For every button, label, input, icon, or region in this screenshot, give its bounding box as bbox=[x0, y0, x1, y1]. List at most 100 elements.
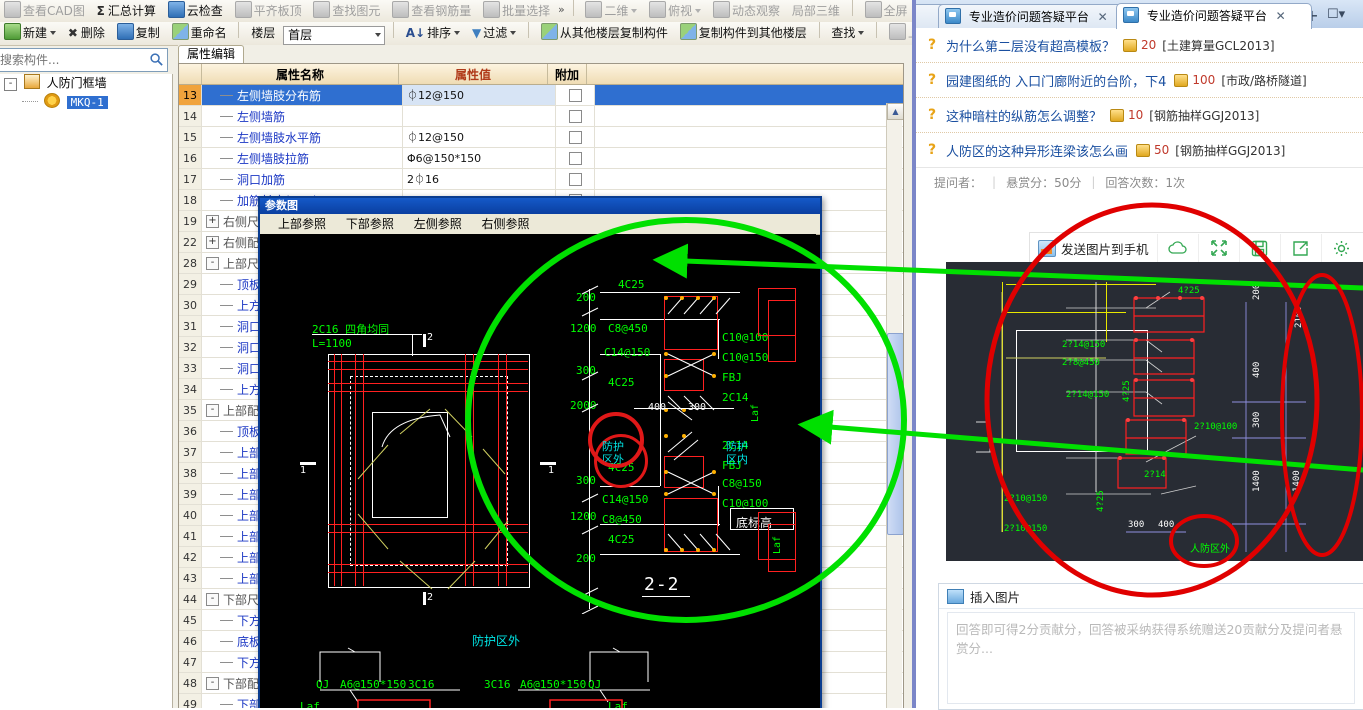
table-row[interactable]: 16 左侧墙肢拉筋 Φ6@150*150 bbox=[179, 148, 903, 169]
group-expander[interactable]: + bbox=[206, 214, 219, 228]
expand-icon[interactable] bbox=[1199, 234, 1240, 262]
close-icon[interactable]: ✕ bbox=[1098, 10, 1108, 24]
property-name-cell[interactable]: 左侧墙筋 bbox=[202, 106, 403, 126]
group-expander[interactable]: - bbox=[206, 403, 219, 417]
group-expander[interactable]: + bbox=[206, 235, 219, 249]
question-title[interactable]: 这种暗柱的纵筋怎么调整？ bbox=[946, 106, 1102, 125]
toolbar-button-delete[interactable]: ✖ 删除 bbox=[64, 22, 109, 44]
property-name-cell[interactable]: 洞口加筋 bbox=[202, 169, 403, 189]
attach-checkbox-cell[interactable] bbox=[556, 85, 595, 105]
answer-textarea[interactable]: 回答即可得2分贡献分，回答被采纳获得系统赠送20贡献分及提问者悬赏分... bbox=[947, 612, 1355, 704]
component-tree[interactable]: - 人防门框墙 MKQ-1 bbox=[0, 74, 173, 708]
image-toolbar[interactable]: 发送图片到手机 bbox=[1029, 232, 1363, 264]
floor-combobox[interactable]: 首层 bbox=[283, 26, 386, 45]
property-name-cell[interactable]: 左侧墙肢分布筋 bbox=[202, 85, 403, 105]
question-title[interactable]: 为什么第二层没有超高模板？ bbox=[946, 36, 1115, 55]
toolbar-button-fullscreen[interactable]: 全屏 bbox=[861, 0, 912, 22]
property-value-cell[interactable]: 2⏀16 bbox=[403, 169, 556, 189]
search-component-box[interactable] bbox=[0, 48, 168, 72]
tab-list-icon[interactable]: ☐▾ bbox=[1327, 7, 1345, 22]
menu-left-reference[interactable]: 左侧参照 bbox=[406, 214, 470, 234]
question-title[interactable]: 人防区的这种异形连梁该怎么画 bbox=[946, 141, 1128, 160]
toolbar-button-sort[interactable]: A↓ 排序 bbox=[402, 22, 464, 44]
table-row[interactable]: 15 左侧墙肢水平筋 ⏀12@150 bbox=[179, 127, 903, 148]
menu-top-reference[interactable]: 上部参照 bbox=[270, 214, 334, 234]
answer-panel[interactable]: 插入图片 回答即可得2分贡献分，回答被采纳获得系统赠送20贡献分及提问者悬赏分.… bbox=[938, 583, 1363, 710]
attach-checkbox[interactable] bbox=[568, 88, 582, 102]
toolbar-button-batch-select[interactable]: 批量选择 bbox=[479, 0, 554, 22]
property-value-cell[interactable]: ⏀12@150 bbox=[403, 85, 556, 105]
scroll-up-button[interactable]: ▲ bbox=[887, 103, 903, 120]
search-icon[interactable] bbox=[149, 52, 164, 67]
list-item[interactable]: ? 这种暗柱的纵筋怎么调整？ 10 [钢筋抽样GGJ2013] bbox=[916, 98, 1363, 133]
group-expander[interactable]: - bbox=[206, 256, 219, 270]
toolbar-button-top-view[interactable]: 俯视 bbox=[645, 0, 705, 22]
search-input[interactable] bbox=[0, 50, 140, 70]
toolbar-button-new[interactable]: 新建 bbox=[0, 22, 60, 44]
toolbar-button-find-element[interactable]: 查找图元 bbox=[309, 0, 384, 22]
toolbar-button-copy-to-floor[interactable]: 复制构件到其他楼层 bbox=[676, 22, 811, 44]
property-value-cell[interactable]: Φ6@150*150 bbox=[403, 148, 556, 168]
group-expander[interactable]: - bbox=[206, 676, 219, 690]
property-name-cell[interactable]: 左侧墙肢拉筋 bbox=[202, 148, 403, 168]
property-name-cell[interactable]: 左侧墙肢水平筋 bbox=[202, 127, 403, 147]
browser-tab-1[interactable]: 专业造价问题答疑平台 ✕ bbox=[938, 4, 1127, 29]
toolbar-button-rename[interactable]: 重命名 bbox=[168, 22, 231, 44]
share-icon[interactable] bbox=[1281, 234, 1322, 262]
browser-tabstrip[interactable]: 上 ✕ 专业造价问题答疑平台 ✕ 专业造价问题答疑平台 ✕ + ☐▾ bbox=[916, 0, 1363, 29]
toolbar-button-copy[interactable]: 复制 bbox=[113, 22, 164, 44]
attach-checkbox[interactable] bbox=[568, 109, 582, 123]
table-row[interactable]: 14 左侧墙筋 bbox=[179, 106, 903, 127]
toolbar-overflow-chevron[interactable]: » bbox=[558, 3, 565, 16]
property-tabstrip[interactable]: 属性编辑 bbox=[178, 45, 245, 63]
send-image-to-phone-button[interactable]: 发送图片到手机 bbox=[1030, 234, 1158, 262]
toolbar-button-align-slab[interactable]: 平齐板顶 bbox=[231, 0, 306, 22]
list-item[interactable]: ? 人防区的这种异形连梁该怎么画 50 [钢筋抽样GGJ2013] bbox=[916, 133, 1363, 168]
toolbar-button-filter[interactable]: ▼ 过滤 bbox=[468, 22, 520, 44]
menu-bottom-reference[interactable]: 下部参照 bbox=[338, 214, 402, 234]
table-row[interactable]: 17 洞口加筋 2⏀16 bbox=[179, 169, 903, 190]
settings-icon[interactable] bbox=[1322, 234, 1362, 262]
attach-checkbox-cell[interactable] bbox=[556, 169, 595, 189]
question-list[interactable]: ? 为什么第二层没有超高模板？ 20 [土建算量GCL2013] ? 园建图纸的… bbox=[916, 28, 1363, 168]
toolbar-button-find[interactable]: 查找 bbox=[827, 22, 868, 44]
tree-expander[interactable]: - bbox=[4, 78, 17, 91]
attach-checkbox-cell[interactable] bbox=[556, 106, 595, 126]
toolbar-button-copy-from-floor[interactable]: 从其他楼层复制构件 bbox=[537, 22, 672, 44]
tree-node-mkq1[interactable]: MKQ-1 bbox=[0, 93, 172, 112]
cad-canvas[interactable]: 2C16 四角均同 L=1100 1 1 2 2 200 1200 300 20… bbox=[260, 234, 816, 708]
toolbar-row-view[interactable]: 查看CAD图 Σ 汇总计算 云检查 平齐板顶 查找图元 查看钢筋量 批量选择 » … bbox=[0, 0, 916, 23]
scroll-thumb[interactable] bbox=[887, 333, 903, 535]
property-value-cell[interactable] bbox=[403, 106, 556, 126]
attach-checkbox-cell[interactable] bbox=[556, 127, 595, 147]
tab-property-edit[interactable]: 属性编辑 bbox=[178, 45, 245, 63]
insert-image-button[interactable]: 插入图片 bbox=[939, 584, 1363, 609]
menu-right-reference[interactable]: 右侧参照 bbox=[474, 214, 538, 234]
question-cad-image[interactable]: 4?25 2?14@150 2?8@450 2?14@150 2?10@100 … bbox=[946, 262, 1363, 561]
parameter-diagram-dialog[interactable]: 参数图 上部参照 下部参照 左侧参照 右侧参照 2C16 四角均同 L=1100 bbox=[258, 196, 822, 708]
tree-node-root[interactable]: - 人防门框墙 bbox=[0, 74, 172, 93]
table-row[interactable]: 13 左侧墙肢分布筋 ⏀12@150 bbox=[179, 85, 903, 106]
list-item[interactable]: ? 为什么第二层没有超高模板？ 20 [土建算量GCL2013] bbox=[916, 28, 1363, 63]
attach-checkbox[interactable] bbox=[568, 130, 582, 144]
toolbar-button-orbit[interactable]: 动态观察 bbox=[709, 0, 784, 22]
toolbar-button-summary-calc[interactable]: Σ 汇总计算 bbox=[93, 0, 160, 22]
toolbar-button-cloud-check[interactable]: 云检查 bbox=[164, 0, 227, 22]
toolbar-row-component[interactable]: 新建 ✖ 删除 复制 重命名 楼层 首层 A↓ 排序 ▼ 过滤 从其他楼层复制构件 复… bbox=[0, 22, 916, 46]
property-value-cell[interactable]: ⏀12@150 bbox=[403, 127, 556, 147]
property-grid-scrollbar[interactable]: ▲ ▼ bbox=[886, 103, 903, 708]
attach-checkbox[interactable] bbox=[568, 172, 582, 186]
toolbar-button-rebar-quantity[interactable]: 查看钢筋量 bbox=[388, 0, 475, 22]
toolbar-button-cad-view[interactable]: 查看CAD图 bbox=[0, 0, 89, 22]
dialog-menubar[interactable]: 上部参照 下部参照 左侧参照 右侧参照 bbox=[260, 214, 820, 235]
question-title[interactable]: 园建图纸的 入口门廊附近的台阶，下4 bbox=[946, 71, 1166, 90]
cloud-icon[interactable] bbox=[1158, 234, 1199, 262]
attach-checkbox[interactable] bbox=[568, 151, 582, 165]
group-expander[interactable]: - bbox=[206, 592, 219, 606]
save-icon[interactable] bbox=[1240, 234, 1281, 262]
attach-checkbox-cell[interactable] bbox=[556, 148, 595, 168]
list-item[interactable]: ? 园建图纸的 入口门廊附近的台阶，下4 100 [市政/路桥隧道] bbox=[916, 63, 1363, 98]
toolbar-button-2d-view[interactable]: 二维 bbox=[581, 0, 641, 22]
toolbar-button-local-3d[interactable]: 局部三维 bbox=[788, 0, 844, 22]
close-icon[interactable]: ✕ bbox=[1276, 9, 1286, 23]
